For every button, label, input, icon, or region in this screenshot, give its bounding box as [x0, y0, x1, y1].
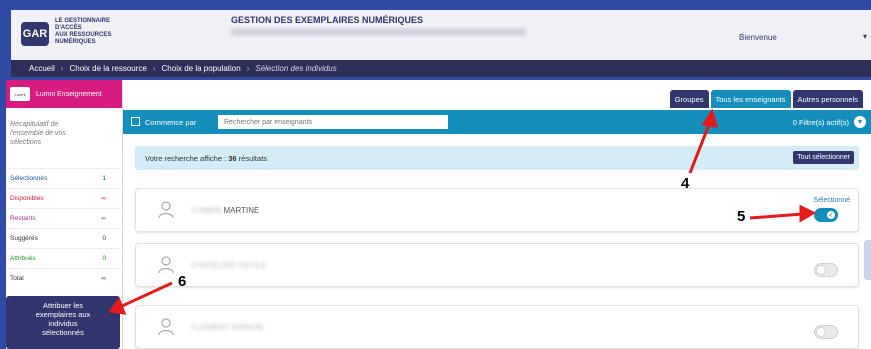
teacher-firstname: MARTINE [223, 206, 260, 215]
resource-header: Lumni Lumni Enseignement [6, 80, 122, 108]
resource-name: Lumni Enseignement [36, 90, 102, 98]
stat-label: Sélectionnés [10, 175, 48, 182]
results-prefix: Votre recherche affiche : [145, 154, 229, 163]
select-all-button[interactable]: Tout sélectionner [793, 151, 854, 164]
stat-label: Attribués [10, 255, 36, 262]
stats-list: Sélectionnés 1 Disponibles ∞ Restants ∞ Suggér… [6, 168, 122, 288]
user-icon [158, 256, 174, 274]
starts-with-label: Commence par [145, 118, 197, 127]
stat-value: ∞ [101, 215, 106, 222]
stat-label: Total [10, 275, 24, 282]
stat-label: Restants [10, 215, 36, 222]
teacher-name: CHABIN MARTINE [191, 206, 259, 215]
main-panel: Groupes Tous les enseignants Autres pers… [123, 80, 871, 349]
scroll-handle[interactable] [864, 240, 871, 280]
teacher-surname: CLEMENT MARION [191, 323, 264, 332]
tab-groups[interactable]: Groupes [669, 90, 709, 108]
chevron-right-icon: › [246, 64, 250, 73]
results-suffix: résultats [236, 154, 268, 163]
stat-value: 0 [102, 255, 106, 262]
welcome-menu[interactable]: Bienvenue [739, 33, 777, 42]
teacher-card[interactable]: CLEMENT MARION [135, 305, 859, 349]
check-icon: ✓ [826, 210, 836, 220]
assign-copies-button[interactable]: Attribuer les exemplaires aux individus … [6, 296, 120, 349]
selection-toggle[interactable]: ✓ [814, 208, 838, 222]
stat-value: 0 [102, 235, 106, 242]
gar-logo-text: LE GESTIONNAIRE D'ACCÈS AUX RESSOURCES N… [55, 18, 112, 45]
starts-with-checkbox[interactable] [131, 117, 140, 126]
breadcrumb-resource[interactable]: Choix de la ressource [69, 64, 146, 73]
page-title: GESTION DES EXEMPLAIRES NUMÉRIQUES [231, 15, 424, 25]
breadcrumb-current: Sélection des individus [255, 64, 337, 73]
selection-toggle[interactable] [814, 325, 838, 339]
gar-logo: GAR [21, 22, 49, 46]
chevron-down-icon[interactable]: ▾ [863, 32, 867, 41]
tab-all-teachers[interactable]: Tous les enseignants [710, 90, 791, 108]
stat-label: Suggérés [10, 235, 38, 242]
teacher-surname: CHATELIER CECILE [191, 261, 267, 270]
stat-value: 1 [102, 175, 106, 182]
teacher-card[interactable]: CHATELIER CECILE [135, 243, 859, 287]
chevron-right-icon: › [152, 64, 156, 73]
tab-bar: Groupes Tous les enseignants Autres pers… [669, 90, 863, 108]
lumni-logo: Lumni [10, 87, 30, 101]
stat-row: Suggérés 0 [6, 228, 122, 248]
search-input[interactable] [218, 115, 448, 129]
results-bar: Votre recherche affiche : 36 résultats T… [135, 146, 859, 170]
selection-toggle[interactable] [814, 263, 838, 277]
search-toolbar: Commence par 0 Filtre(s) actif(s) ▼ [123, 110, 871, 134]
breadcrumb-home[interactable]: Accueil [29, 64, 55, 73]
selection-sidebar: Lumni Lumni Enseignement Récapitulatif d… [6, 80, 123, 349]
chevron-right-icon: › [60, 64, 64, 73]
teacher-name: CHATELIER CECILE [191, 261, 266, 270]
chevron-down-icon[interactable]: ▼ [854, 116, 866, 128]
user-icon [158, 201, 174, 219]
app-header: GAR LE GESTIONNAIRE D'ACCÈS AUX RESSOURC… [11, 10, 871, 60]
stat-row: Attribués 0 [6, 248, 122, 268]
results-count-text: Votre recherche affiche : 36 résultats [145, 154, 267, 163]
teacher-card[interactable]: CHABIN MARTINE Sélectionné ✓ [135, 188, 859, 232]
stat-row: Total ∞ [6, 268, 122, 288]
breadcrumb-population[interactable]: Choix de la population [162, 64, 241, 73]
active-filters-label[interactable]: 0 Filtre(s) actif(s) [793, 118, 849, 127]
annotation-5: 5 [737, 208, 746, 225]
user-icon [158, 318, 174, 336]
school-info-redacted [231, 28, 526, 36]
stat-value: ∞ [101, 195, 106, 202]
stat-row: Restants ∞ [6, 208, 122, 228]
recap-text: Récapitulatif de l'ensemble de vos sélec… [10, 121, 66, 146]
results-count: 36 [228, 154, 237, 163]
breadcrumb: Accueil › Choix de la ressource › Choix … [11, 60, 871, 77]
annotation-6: 6 [178, 273, 187, 290]
teacher-name: CLEMENT MARION [191, 323, 263, 332]
toggle-knob [816, 265, 826, 275]
tab-other-staff[interactable]: Autres personnels [792, 90, 863, 108]
annotation-4: 4 [681, 175, 690, 192]
selection-state: Sélectionné [813, 197, 850, 204]
stat-row: Sélectionnés 1 [6, 168, 122, 188]
teacher-surname: CHABIN [191, 206, 222, 215]
stat-value: ∞ [101, 275, 106, 282]
stat-label: Disponibles [10, 195, 44, 202]
stat-row: Disponibles ∞ [6, 188, 122, 208]
toggle-knob [816, 327, 826, 337]
